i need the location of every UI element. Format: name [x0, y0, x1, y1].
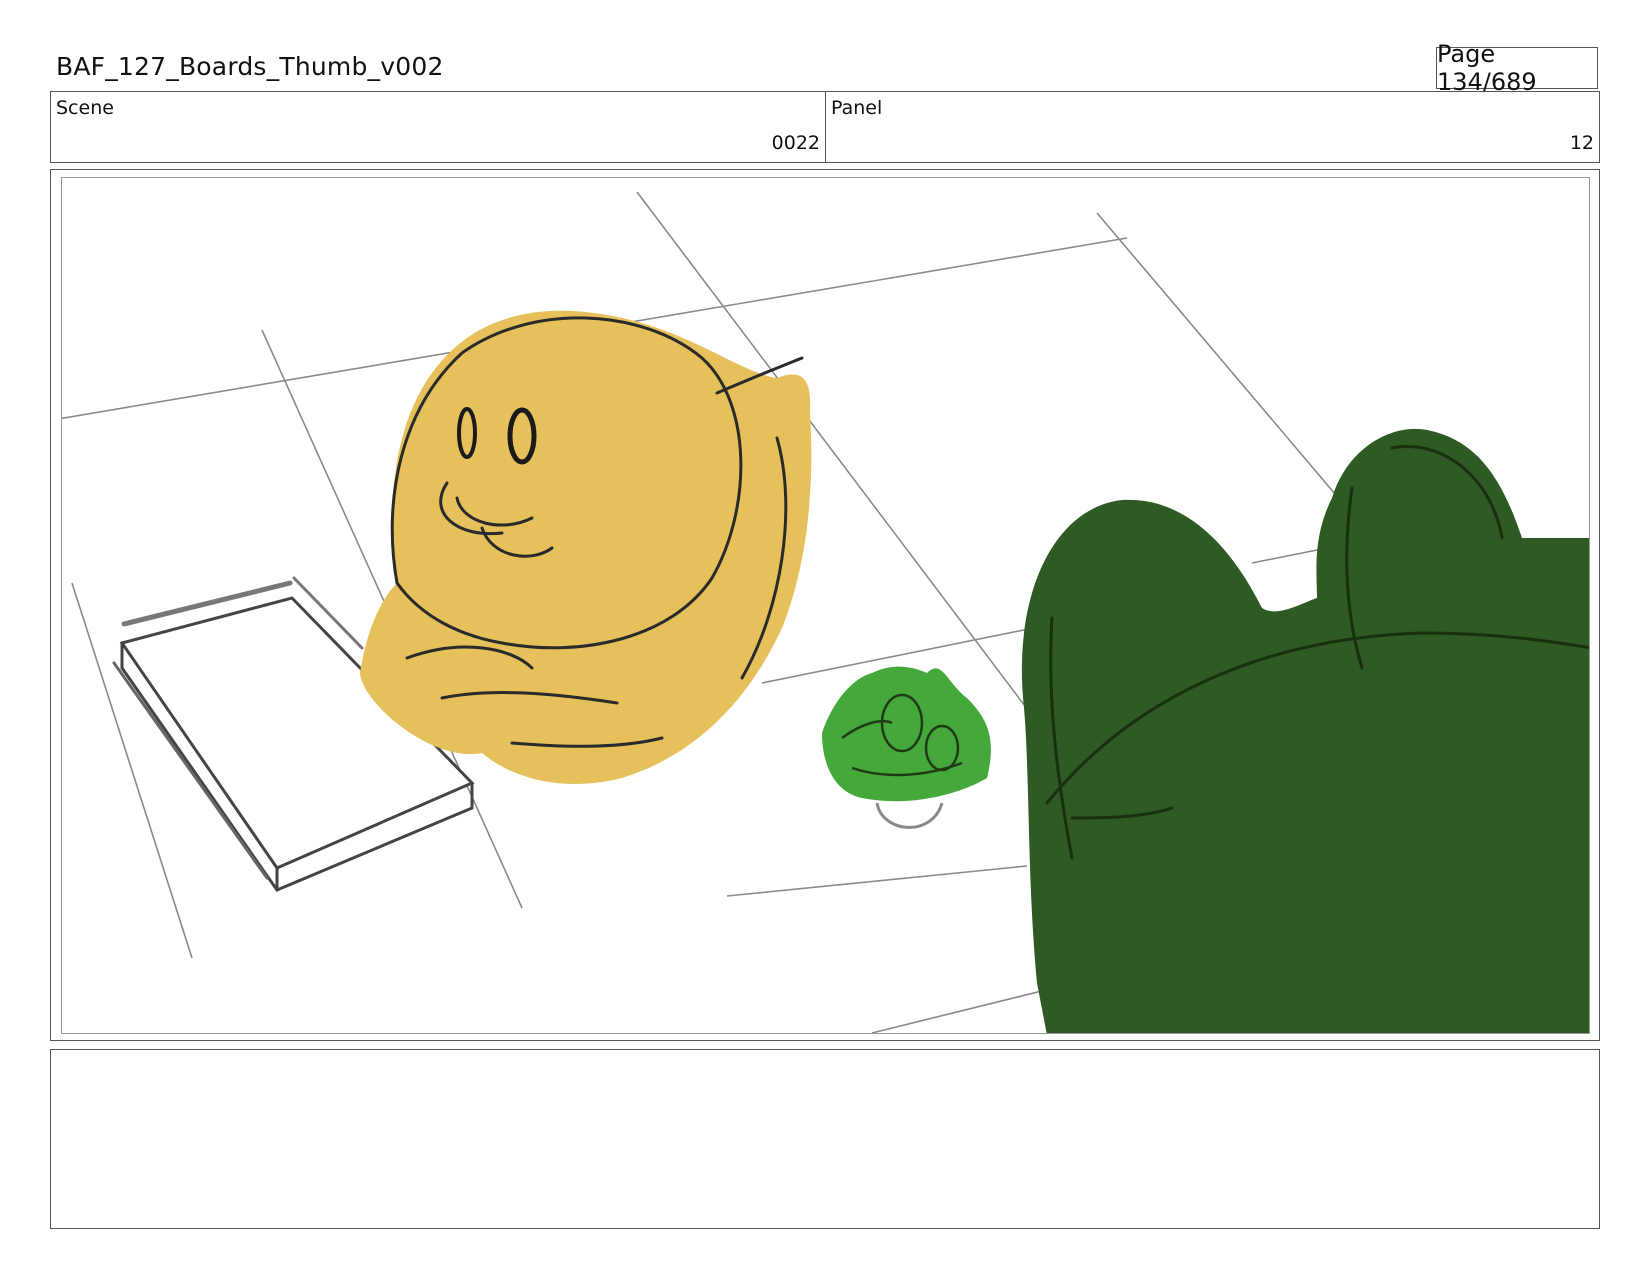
- info-row: Scene 0022 Panel 12: [50, 91, 1600, 163]
- scene-value: 0022: [771, 132, 820, 154]
- large-green-creature: [1021, 428, 1589, 1033]
- sketch-illustration: [62, 191, 1589, 1033]
- notes-box[interactable]: [50, 1049, 1600, 1229]
- yellow-character: [360, 310, 812, 784]
- panel-cell: Panel 12: [826, 92, 1599, 162]
- panel-value: 12: [1569, 132, 1594, 154]
- small-green-creature: [822, 666, 991, 829]
- page-indicator: Page 134/689: [1436, 40, 1598, 96]
- storyboard-drawing: [61, 177, 1590, 1034]
- panel-label: Panel: [831, 97, 883, 119]
- scene-cell: Scene 0022: [51, 92, 826, 162]
- scene-label: Scene: [56, 97, 114, 119]
- document-title: BAF_127_Boards_Thumb_v002: [56, 52, 444, 81]
